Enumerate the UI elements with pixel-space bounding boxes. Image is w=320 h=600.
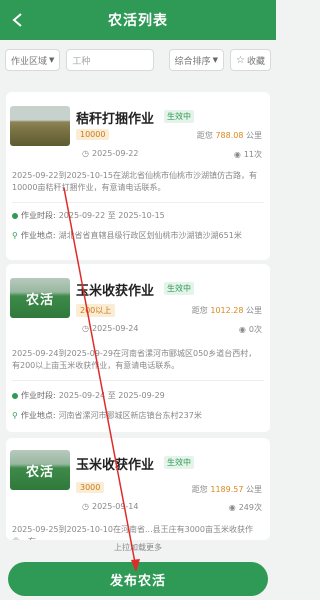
job-description: 2025-09-25到2025-10-10在河南省...县王庄有3000亩玉米收… [12,525,253,540]
price-badge: 3000 [76,482,105,493]
star-icon: ☆ [236,54,245,66]
view-count: ◉ 249次 [228,503,262,512]
job-title: 玉米收获作业 [76,284,155,299]
load-more-hint: 上拉加载更多 [114,543,162,552]
distance-text: 距您 1189.57 公里 [191,485,262,494]
work-location: ⚲ 作业地点: 湖北省省直辖县级行政区划仙桃市沙湖镇沙湖651米 [12,231,242,240]
divider [12,202,264,203]
distance-text: 距您 1012.28 公里 [191,306,262,315]
clock-icon: ◷ [82,502,89,511]
job-thumbnail: 农活 [10,278,70,318]
work-location: ⚲ 作业地点: 河南省漯河市郾城区新店镇台东村237米 [12,411,202,420]
back-button[interactable] [8,10,28,30]
thumbnail-label: 农活 [25,464,54,480]
publish-job-button[interactable]: 发布农活 [8,562,268,596]
work-period: 作业时段: 2025-09-24 至 2025-09-29 [12,390,165,401]
job-title: 秸秆打捆作业 [76,112,155,127]
sort-label: 综合排序 [174,56,211,67]
search-input[interactable]: 工种 [66,49,155,71]
clock-icon: ◷ [82,149,89,158]
eye-icon: ◉ [233,150,241,159]
view-count: ◉ 0次 [238,325,262,334]
eye-icon: ◉ [228,503,236,512]
region-filter-label: 作业区域 [11,56,48,67]
post-date: ◷ 2025-09-24 [82,324,139,333]
job-description: 2025-09-24到2025-09-29在河南省漯河市郾城区050乡道台西村，… [12,349,257,370]
sort-dropdown[interactable]: 综合排序 ▼ [168,49,225,71]
job-card[interactable]: 农活 玉米收获作业 生效中 3000 距您 1189.57 公里 ◷ 2025-… [6,438,270,540]
job-card[interactable]: 秸秆打捆作业 生效中 10000 距您 788.08 公里 ◷ 2025-09-… [6,92,270,260]
thumbnail-label: 农活 [25,292,54,308]
job-card[interactable]: 农活 玉米收获作业 生效中 200以上 距您 1012.28 公里 ◷ 2025… [6,264,270,432]
eye-icon: ◉ [238,325,246,334]
job-description: 2025-09-22到2025-10-15在湖北省仙桃市仙桃市沙湖镇仿古路，有1… [12,171,257,192]
job-title: 玉米收获作业 [76,458,155,473]
job-thumbnail: 农活 [10,450,70,490]
status-badge: 生效中 [164,456,194,469]
period-dot-icon [12,392,18,399]
page-title: 农活列表 [108,13,168,29]
job-thumbnail [10,106,70,146]
distance-text: 距您 788.08 公里 [196,131,262,140]
status-badge: 生效中 [164,282,194,295]
caret-down-icon: ▼ [49,56,55,64]
view-count: ◉ 11次 [233,150,262,159]
work-period: 作业时段: 2025-09-22 至 2025-10-15 [12,210,165,221]
chevron-left-icon [12,13,22,27]
favorite-button[interactable]: ☆ 收藏 [230,49,271,71]
location-pin-icon: ⚲ [12,231,18,240]
post-date: ◷ 2025-09-14 [82,502,139,511]
region-filter[interactable]: 作业区域 ▼ [5,49,61,71]
favorite-label: 收藏 [246,56,265,67]
location-pin-icon: ⚲ [12,411,18,420]
status-badge: 生效中 [164,110,194,123]
search-placeholder: 工种 [72,56,91,67]
post-date: ◷ 2025-09-22 [82,149,139,158]
caret-down-icon: ▼ [212,56,219,64]
price-badge: 200以上 [76,304,116,317]
filter-bar: 作业区域 ▼ 工种 综合排序 ▼ ☆ 收藏 [0,44,276,76]
divider [12,380,264,381]
clock-icon: ◷ [82,324,89,333]
period-dot-icon [12,212,18,219]
price-badge: 10000 [76,129,110,140]
app-header: 农活列表 [0,0,276,40]
